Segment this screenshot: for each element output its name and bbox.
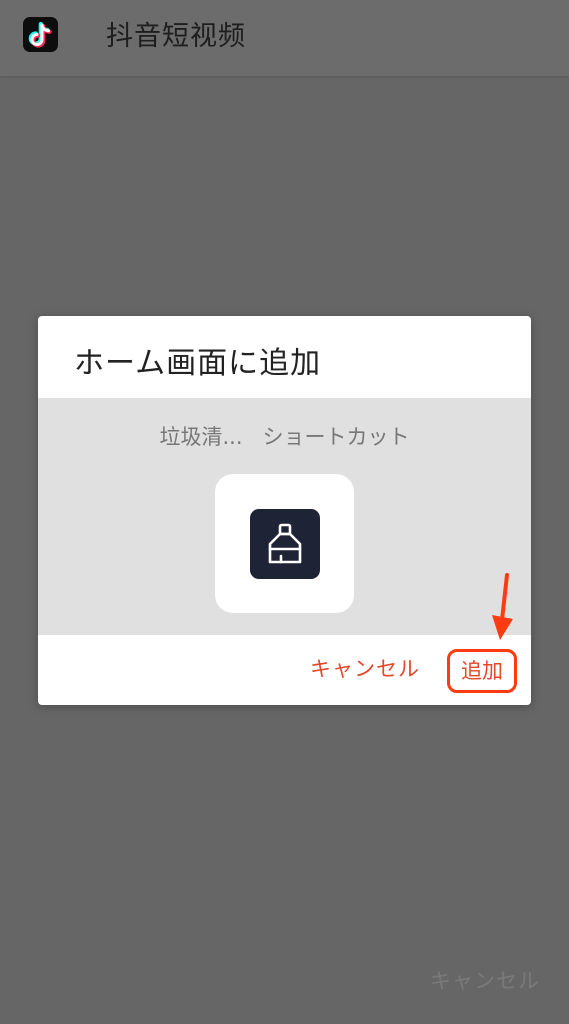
app-title: 抖音短视频 <box>106 21 246 52</box>
shortcut-icon-card[interactable] <box>215 474 354 613</box>
shortcut-label: 垃圾清... ショートカット <box>38 423 531 451</box>
dialog-title: ホーム画面に追加 <box>74 346 322 381</box>
red-arrow-down-icon <box>492 573 513 640</box>
shortcut-type: ショートカット <box>262 425 410 449</box>
add-to-home-dialog: ホーム画面に追加 垃圾清... ショートカット キャンセル 追加 <box>38 316 531 705</box>
shortcut-app-name: 垃圾清... <box>159 425 243 449</box>
tiktok-logo-icon <box>23 17 58 52</box>
broom-icon <box>250 509 320 579</box>
cancel-button[interactable]: キャンセル <box>310 654 420 684</box>
shortcut-preview: 垃圾清... ショートカット <box>38 398 531 635</box>
app-bar: 抖音短视频 <box>0 0 569 76</box>
add-button[interactable]: 追加 <box>447 649 517 693</box>
background-cancel-button[interactable]: キャンセル <box>430 966 540 996</box>
